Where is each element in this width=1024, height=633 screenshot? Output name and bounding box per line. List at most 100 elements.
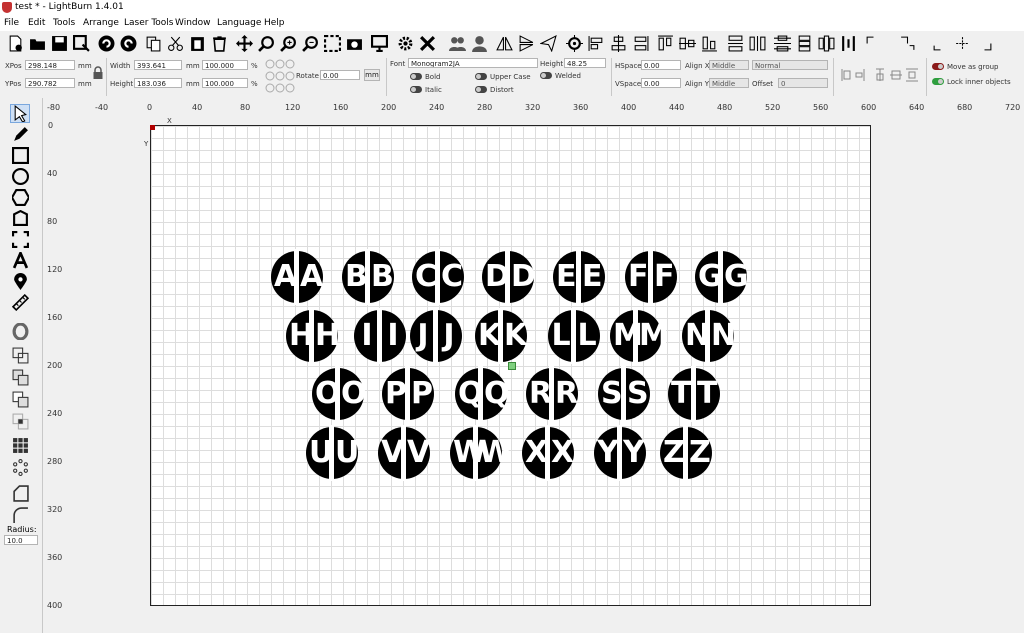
lock-inner-toggle[interactable] xyxy=(932,78,944,85)
distribute-icon[interactable] xyxy=(773,34,791,52)
unit-toggle-button[interactable]: mm xyxy=(364,69,380,81)
radius-field[interactable]: 10.0 xyxy=(4,535,38,545)
monogram-tt[interactable]: TT xyxy=(668,366,720,422)
fillet-tool-icon[interactable] xyxy=(10,506,30,525)
ellipse-tool-icon[interactable] xyxy=(10,167,30,186)
monogram-ww[interactable]: WW xyxy=(450,425,512,481)
monogram-ff[interactable]: FF xyxy=(625,249,677,305)
align-top-icon[interactable] xyxy=(656,34,674,52)
position-laser-tool-icon[interactable] xyxy=(10,272,30,291)
redo-icon[interactable] xyxy=(119,34,137,52)
tools-icon[interactable] xyxy=(418,34,436,52)
anchor-grid[interactable] xyxy=(265,58,295,94)
monogram-yy[interactable]: YY xyxy=(594,425,646,481)
menu-help[interactable]: Help xyxy=(264,18,285,28)
save-icon[interactable] xyxy=(50,34,68,52)
cut-icon[interactable] xyxy=(166,34,184,52)
monogram-gg[interactable]: GG xyxy=(695,249,749,305)
copy-icon[interactable] xyxy=(144,34,162,52)
move-as-group-toggle[interactable] xyxy=(932,63,944,70)
monogram-dd[interactable]: DD xyxy=(482,249,536,305)
monogram-ee[interactable]: EE xyxy=(553,249,605,305)
alignment-icons[interactable] xyxy=(840,66,920,84)
menu-tools[interactable]: Tools xyxy=(53,18,75,28)
settings-icon[interactable] xyxy=(396,34,414,52)
rectangle-tool-icon[interactable] xyxy=(10,146,30,165)
distort-toggle[interactable] xyxy=(475,86,487,93)
mirror-v-icon[interactable] xyxy=(517,34,535,52)
menu-window[interactable]: Window xyxy=(175,18,211,28)
italic-toggle[interactable] xyxy=(410,86,422,93)
align-center-icon[interactable] xyxy=(609,34,627,52)
monogram-qq[interactable]: QQ xyxy=(455,366,510,422)
save-as-icon[interactable] xyxy=(72,34,90,52)
select-tool-icon[interactable] xyxy=(10,104,30,123)
monogram-kk[interactable]: KK xyxy=(475,308,527,364)
monogram-bb[interactable]: BB xyxy=(342,249,394,305)
offset-field[interactable]: 0 xyxy=(778,78,828,88)
monogram-hh[interactable]: HH xyxy=(286,308,340,364)
monogram-zz[interactable]: ZZ xyxy=(660,425,712,481)
circular-array-tool-icon[interactable] xyxy=(10,458,30,477)
zoom-frame-icon[interactable] xyxy=(323,34,341,52)
mirror-h-icon[interactable] xyxy=(495,34,513,52)
undo-icon[interactable] xyxy=(97,34,115,52)
monogram-oo[interactable]: OO xyxy=(312,366,367,422)
align-bottom-icon[interactable] xyxy=(700,34,718,52)
welded-toggle[interactable] xyxy=(540,72,552,79)
corner-bl-icon[interactable] xyxy=(931,34,949,52)
zoom-plus-icon[interactable] xyxy=(279,34,297,52)
group-space-icon[interactable] xyxy=(839,34,857,52)
monitor-icon[interactable] xyxy=(370,34,388,52)
menu-edit[interactable]: Edit xyxy=(28,18,45,28)
bold-toggle[interactable] xyxy=(410,73,422,80)
frame-tool-icon[interactable] xyxy=(10,230,30,249)
menu-laser-tools[interactable]: Laser Tools xyxy=(124,18,174,28)
ypos-field[interactable]: 290.782 xyxy=(25,78,75,88)
monogram-rr[interactable]: RR xyxy=(526,366,578,422)
scale-height-field[interactable]: 100.000 xyxy=(202,78,248,88)
monogram-cc[interactable]: CC xyxy=(412,249,464,305)
monogram-ii[interactable]: II xyxy=(354,308,406,364)
hspace-field[interactable]: 0.00 xyxy=(641,60,681,70)
user-icon[interactable] xyxy=(470,34,488,52)
corner-br-icon[interactable] xyxy=(975,34,993,52)
vspace-field[interactable]: 0.00 xyxy=(641,78,681,88)
selection-center-handle[interactable] xyxy=(508,362,516,370)
monogram-uu[interactable]: UU xyxy=(306,425,359,481)
monogram-pp[interactable]: PP xyxy=(382,366,434,422)
monogram-vv[interactable]: VV xyxy=(378,425,430,481)
alignx-select[interactable]: Middle xyxy=(709,60,749,70)
menu-language[interactable]: Language xyxy=(217,18,261,28)
corner-tool-icon[interactable] xyxy=(10,484,30,503)
group-icon[interactable] xyxy=(448,34,466,52)
text-tool-icon[interactable] xyxy=(10,251,30,270)
move-icon[interactable] xyxy=(235,34,253,52)
upper-case-toggle[interactable] xyxy=(475,73,487,80)
distribute-v-icon[interactable] xyxy=(748,34,766,52)
polygon-tool-icon[interactable] xyxy=(10,188,30,207)
camera-icon[interactable] xyxy=(345,34,363,52)
paste-icon[interactable] xyxy=(188,34,206,52)
pen-tool-icon[interactable] xyxy=(10,125,30,144)
grid-array-tool-icon[interactable] xyxy=(10,436,30,455)
distribute-h-icon[interactable] xyxy=(726,34,744,52)
monogram-jj[interactable]: JJ xyxy=(410,308,462,364)
target-icon[interactable] xyxy=(565,34,583,52)
send-icon[interactable] xyxy=(539,34,557,52)
intersect-tool-icon[interactable] xyxy=(10,412,30,431)
scale-width-field[interactable]: 100.000 xyxy=(202,60,248,70)
xpos-field[interactable]: 298.148 xyxy=(25,60,75,70)
font-select[interactable]: Monogram2JA xyxy=(408,58,538,68)
zoom-in-icon[interactable] xyxy=(257,34,275,52)
zoom-minus-icon[interactable] xyxy=(301,34,319,52)
monogram-aa[interactable]: AA xyxy=(271,249,323,305)
align-left-icon[interactable] xyxy=(587,34,605,52)
align-right-icon[interactable] xyxy=(631,34,649,52)
space-h-icon[interactable] xyxy=(817,34,835,52)
delete-icon[interactable] xyxy=(210,34,228,52)
menu-arrange[interactable]: Arrange xyxy=(83,18,119,28)
rotate-field[interactable]: 0.00 xyxy=(320,70,360,80)
lock-icon[interactable] xyxy=(93,66,103,80)
monogram-nn[interactable]: NN xyxy=(682,308,736,364)
